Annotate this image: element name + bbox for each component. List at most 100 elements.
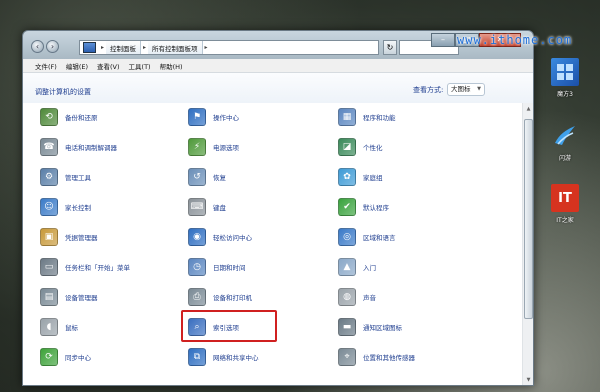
desktop-icon-mofang[interactable]: 魔方3 [545, 58, 585, 98]
cp-item-label: 轻松访问中心 [213, 234, 252, 242]
control-panel-icon [83, 42, 96, 53]
cp-item-label: 同步中心 [65, 354, 91, 362]
refresh-icon: ↻ [386, 43, 394, 52]
recovery-icon: ↺ [188, 168, 206, 186]
cp-item-credential[interactable]: ▣ 凭据管理器 [40, 228, 98, 246]
menu-tools[interactable]: 工具(T) [129, 61, 151, 71]
back-arrow-icon: ‹ [35, 42, 40, 51]
cp-item-getting-started[interactable]: ▲ 入门 [338, 258, 376, 276]
cp-item-label: 入门 [363, 264, 376, 272]
content-header: 调整计算机的设置 查看方式: 大图标 ▼ [23, 73, 533, 103]
cp-item-label: 通知区域图标 [363, 324, 402, 332]
sync-icon: ⟳ [40, 348, 58, 366]
cp-item-programs[interactable]: ▦ 程序和功能 [338, 108, 396, 126]
cp-item-region[interactable]: ◎ 区域和语言 [338, 228, 396, 246]
cp-item-label: 默认程序 [363, 204, 389, 212]
cp-item-label: 家长控制 [65, 204, 91, 212]
cp-item-label: 键盘 [213, 204, 226, 212]
desktop-icon-label: 魔方3 [557, 91, 573, 98]
chevron-right-icon: ▸ [143, 44, 147, 51]
sound-icon: ◍ [338, 288, 356, 306]
scroll-down-icon[interactable]: ▼ [524, 376, 533, 385]
menu-view[interactable]: 查看(V) [97, 61, 120, 71]
power-icon: ⚡ [188, 138, 206, 156]
notification-icon: ▬ [338, 318, 356, 336]
programs-icon: ▦ [338, 108, 356, 126]
cp-item-keyboard[interactable]: ⌨ 键盘 [188, 198, 226, 216]
ease-of-access-icon: ◉ [188, 228, 206, 246]
sensor-icon: ⌖ [338, 348, 356, 366]
view-by-dropdown[interactable]: 大图标 ▼ [447, 83, 485, 96]
cp-item-network[interactable]: ⧉ 网络和共享中心 [188, 348, 259, 366]
menu-edit[interactable]: 编辑(E) [66, 61, 88, 71]
cp-item-label: 管理工具 [65, 174, 91, 182]
cp-item-label: 位置和其他传感器 [363, 354, 415, 362]
scrollbar-thumb[interactable] [524, 119, 533, 319]
backup-icon: ⟲ [40, 108, 58, 126]
menu-bar: 文件(F) 编辑(E) 查看(V) 工具(T) 帮助(H) [23, 59, 533, 73]
menu-file[interactable]: 文件(F) [35, 61, 57, 71]
printer-icon: ⎙ [188, 288, 206, 306]
it-logo-icon: IT [551, 184, 579, 212]
cp-item-sensor[interactable]: ⌖ 位置和其他传感器 [338, 348, 415, 366]
cp-item-notification[interactable]: ▬ 通知区域图标 [338, 318, 402, 336]
menu-help[interactable]: 帮助(H) [160, 61, 183, 71]
credential-icon: ▣ [40, 228, 58, 246]
cp-item-label: 家庭组 [363, 174, 383, 182]
cp-item-sound[interactable]: ◍ 声音 [338, 288, 376, 306]
datetime-icon: ◷ [188, 258, 206, 276]
cp-item-label: 备份和还原 [65, 114, 98, 122]
cp-item-default-programs[interactable]: ✔ 默认程序 [338, 198, 389, 216]
back-button[interactable]: ‹ [31, 40, 44, 53]
content-area: 调整计算机的设置 查看方式: 大图标 ▼ ⟲ 备份和还原 ☎ 电话和调制解调器 ⚙ 管理工… [23, 73, 533, 385]
flash-icon [551, 122, 579, 150]
cp-item-datetime[interactable]: ◷ 日期和时间 [188, 258, 246, 276]
cp-item-personalization[interactable]: ◪ 个性化 [338, 138, 383, 156]
admin-tools-icon: ⚙ [40, 168, 58, 186]
cp-item-label: 凭据管理器 [65, 234, 98, 242]
cp-item-label: 个性化 [363, 144, 383, 152]
cp-item-label: 设备和打印机 [213, 294, 252, 302]
homegroup-icon: ✿ [338, 168, 356, 186]
page-title: 调整计算机的设置 [35, 88, 91, 96]
cp-item-sync[interactable]: ⟳ 同步中心 [40, 348, 91, 366]
cp-item-device-manager[interactable]: ▤ 设备管理器 [40, 288, 98, 306]
cp-item-label: 恢复 [213, 174, 226, 182]
desktop-icon-ithome[interactable]: IT IT之家 [545, 184, 585, 224]
cp-item-mouse[interactable]: ◖ 鼠标 [40, 318, 78, 336]
cp-item-taskbar[interactable]: ▭ 任务栏和「开始」菜单 [40, 258, 130, 276]
parental-control-icon: ☺ [40, 198, 58, 216]
desktop-icon-label: 闪游 [558, 155, 571, 162]
watermark-text: www.ithome.com [457, 33, 573, 47]
cp-item-label: 任务栏和「开始」菜单 [65, 264, 130, 272]
cp-item-phone[interactable]: ☎ 电话和调制解调器 [40, 138, 117, 156]
network-icon: ⧉ [188, 348, 206, 366]
cp-item-label: 设备管理器 [65, 294, 98, 302]
vertical-scrollbar[interactable]: ▲ ▼ [522, 103, 533, 385]
cp-item-label: 电源选项 [213, 144, 239, 152]
cp-item-label: 日期和时间 [213, 264, 246, 272]
cp-item-label: 声音 [363, 294, 376, 302]
cp-item-admin-tools[interactable]: ⚙ 管理工具 [40, 168, 91, 186]
view-by-value: 大图标 [451, 85, 471, 93]
refresh-button[interactable]: ↻ [383, 40, 397, 55]
default-programs-icon: ✔ [338, 198, 356, 216]
forward-button[interactable]: › [46, 40, 59, 53]
cp-item-homegroup[interactable]: ✿ 家庭组 [338, 168, 383, 186]
cp-item-action-center[interactable]: ⚑ 操作中心 [188, 108, 239, 126]
breadcrumb-all-items[interactable]: 所有控制面板项 [148, 41, 203, 54]
desktop-icon-shanyou[interactable]: 闪游 [545, 122, 585, 162]
mouse-icon: ◖ [40, 318, 58, 336]
cp-item-backup[interactable]: ⟲ 备份和还原 [40, 108, 98, 126]
cp-item-label: 电话和调制解调器 [65, 144, 117, 152]
address-bar[interactable]: ▸ 控制面板 ▸ 所有控制面板项 ▸ [79, 40, 379, 55]
scroll-up-icon[interactable]: ▲ [524, 105, 533, 114]
cp-item-recovery[interactable]: ↺ 恢复 [188, 168, 226, 186]
cp-item-power[interactable]: ⚡ 电源选项 [188, 138, 239, 156]
cp-item-printer[interactable]: ⎙ 设备和打印机 [188, 288, 252, 306]
cp-item-label: 鼠标 [65, 324, 78, 332]
cp-item-parental-control[interactable]: ☺ 家长控制 [40, 198, 91, 216]
cp-item-ease-of-access[interactable]: ◉ 轻松访问中心 [188, 228, 252, 246]
breadcrumb-control-panel[interactable]: 控制面板 [106, 41, 142, 54]
minimize-button[interactable]: – [431, 33, 455, 47]
